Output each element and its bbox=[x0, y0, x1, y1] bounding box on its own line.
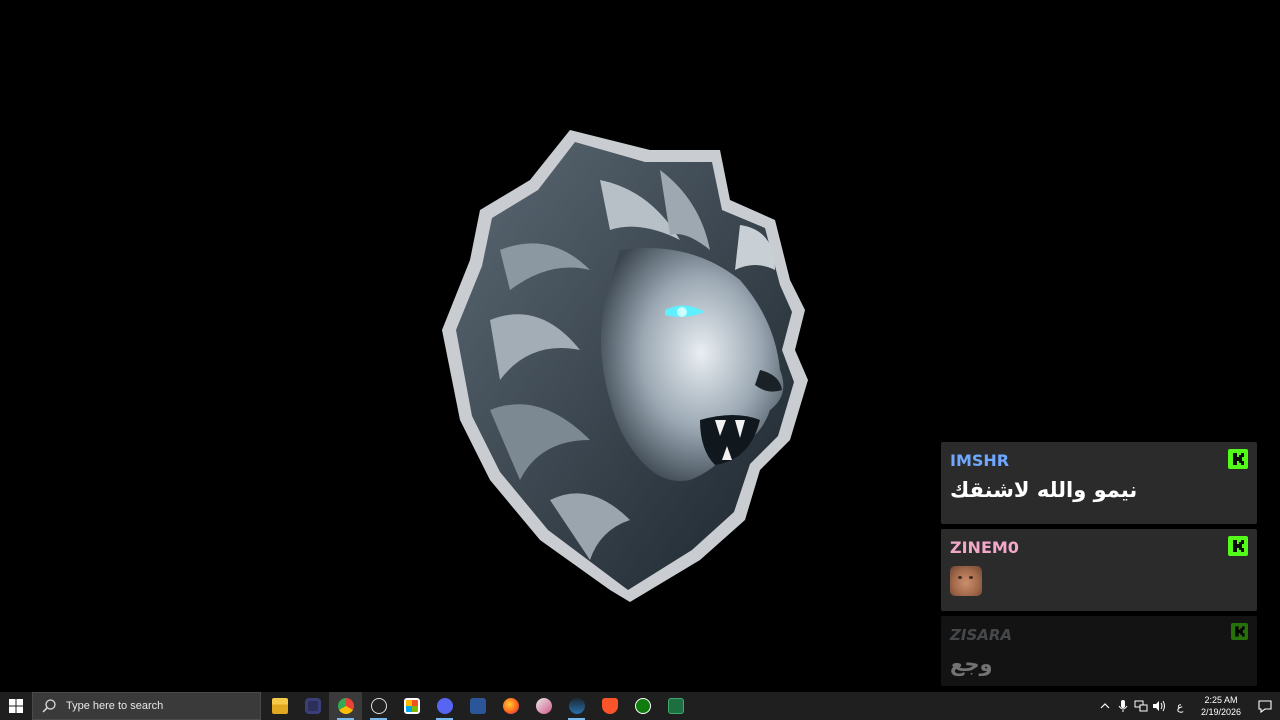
taskbar-app-chrome[interactable] bbox=[329, 692, 362, 720]
chat-username: ZINEM0 bbox=[950, 538, 1019, 557]
taskbar-app-word[interactable] bbox=[461, 692, 494, 720]
chevron-up-icon[interactable] bbox=[1097, 698, 1113, 714]
taskbar: Type here to search ع 2:25 AM 2/19/2026 bbox=[0, 692, 1280, 720]
search-icon bbox=[42, 699, 56, 713]
kick-icon bbox=[1228, 449, 1248, 469]
chat-message: IMSHR نيمو والله لاشنقك bbox=[941, 442, 1257, 524]
taskbar-app-firefox[interactable] bbox=[494, 692, 527, 720]
taskbar-app-steam[interactable] bbox=[560, 692, 593, 720]
chat-username: IMSHR bbox=[950, 451, 1010, 470]
chat-message-text: وجع bbox=[950, 652, 993, 676]
taskbar-app-file-explorer[interactable] bbox=[263, 692, 296, 720]
discord-dark-icon bbox=[304, 698, 321, 714]
kick-icon bbox=[1228, 536, 1248, 556]
taskbar-app-snipping[interactable] bbox=[527, 692, 560, 720]
face-emote bbox=[950, 566, 982, 596]
taskbar-app-excel[interactable] bbox=[659, 692, 692, 720]
excel-icon bbox=[667, 698, 684, 714]
brave-icon bbox=[601, 698, 618, 714]
network-icon[interactable] bbox=[1133, 698, 1149, 714]
discord-icon bbox=[436, 698, 453, 714]
taskbar-app-xbox[interactable] bbox=[626, 692, 659, 720]
chat-message-text: نيمو والله لاشنقك bbox=[950, 478, 1138, 502]
file-explorer-icon bbox=[271, 698, 288, 714]
search-box[interactable]: Type here to search bbox=[32, 692, 261, 720]
clock[interactable]: 2:25 AM 2/19/2026 bbox=[1196, 694, 1246, 718]
chat-username: ZISARA bbox=[950, 626, 1013, 644]
steam-icon bbox=[568, 698, 585, 714]
taskbar-app-discord-dark[interactable] bbox=[296, 692, 329, 720]
microsoft-store-icon bbox=[403, 698, 420, 714]
taskbar-app-brave[interactable] bbox=[593, 692, 626, 720]
chat-message: ZINEM0 bbox=[941, 529, 1257, 611]
firefox-icon bbox=[502, 698, 519, 714]
pinned-apps bbox=[263, 692, 692, 720]
notification-icon bbox=[1258, 699, 1272, 713]
xbox-icon bbox=[634, 698, 651, 714]
word-icon bbox=[469, 698, 486, 714]
desktop: IMSHR نيمو والله لاشنقك ZINEM0 ZISARA وج… bbox=[0, 0, 1280, 692]
start-button[interactable] bbox=[0, 692, 32, 720]
snipping-tool-icon bbox=[535, 698, 552, 714]
kick-icon bbox=[1231, 623, 1248, 640]
system-tray: ع 2:25 AM 2/19/2026 bbox=[1096, 692, 1280, 720]
clock-date: 2/19/2026 bbox=[1200, 707, 1242, 717]
chat-overlay: IMSHR نيمو والله لاشنقك ZINEM0 ZISARA وج… bbox=[941, 442, 1257, 691]
taskbar-app-discord[interactable] bbox=[428, 692, 461, 720]
lion-wallpaper bbox=[442, 130, 808, 602]
taskbar-app-store[interactable] bbox=[395, 692, 428, 720]
chat-message: ZISARA وجع bbox=[941, 616, 1257, 686]
search-placeholder: Type here to search bbox=[66, 700, 164, 712]
taskbar-app-obs[interactable] bbox=[362, 692, 395, 720]
language-indicator[interactable]: ع bbox=[1169, 698, 1191, 714]
volume-icon[interactable] bbox=[1151, 698, 1167, 714]
chrome-icon bbox=[337, 698, 354, 714]
clock-time: 2:25 AM bbox=[1204, 695, 1238, 705]
microphone-icon[interactable] bbox=[1115, 698, 1131, 714]
notification-button[interactable] bbox=[1250, 692, 1280, 720]
obs-icon bbox=[370, 698, 387, 714]
windows-icon bbox=[9, 699, 23, 713]
